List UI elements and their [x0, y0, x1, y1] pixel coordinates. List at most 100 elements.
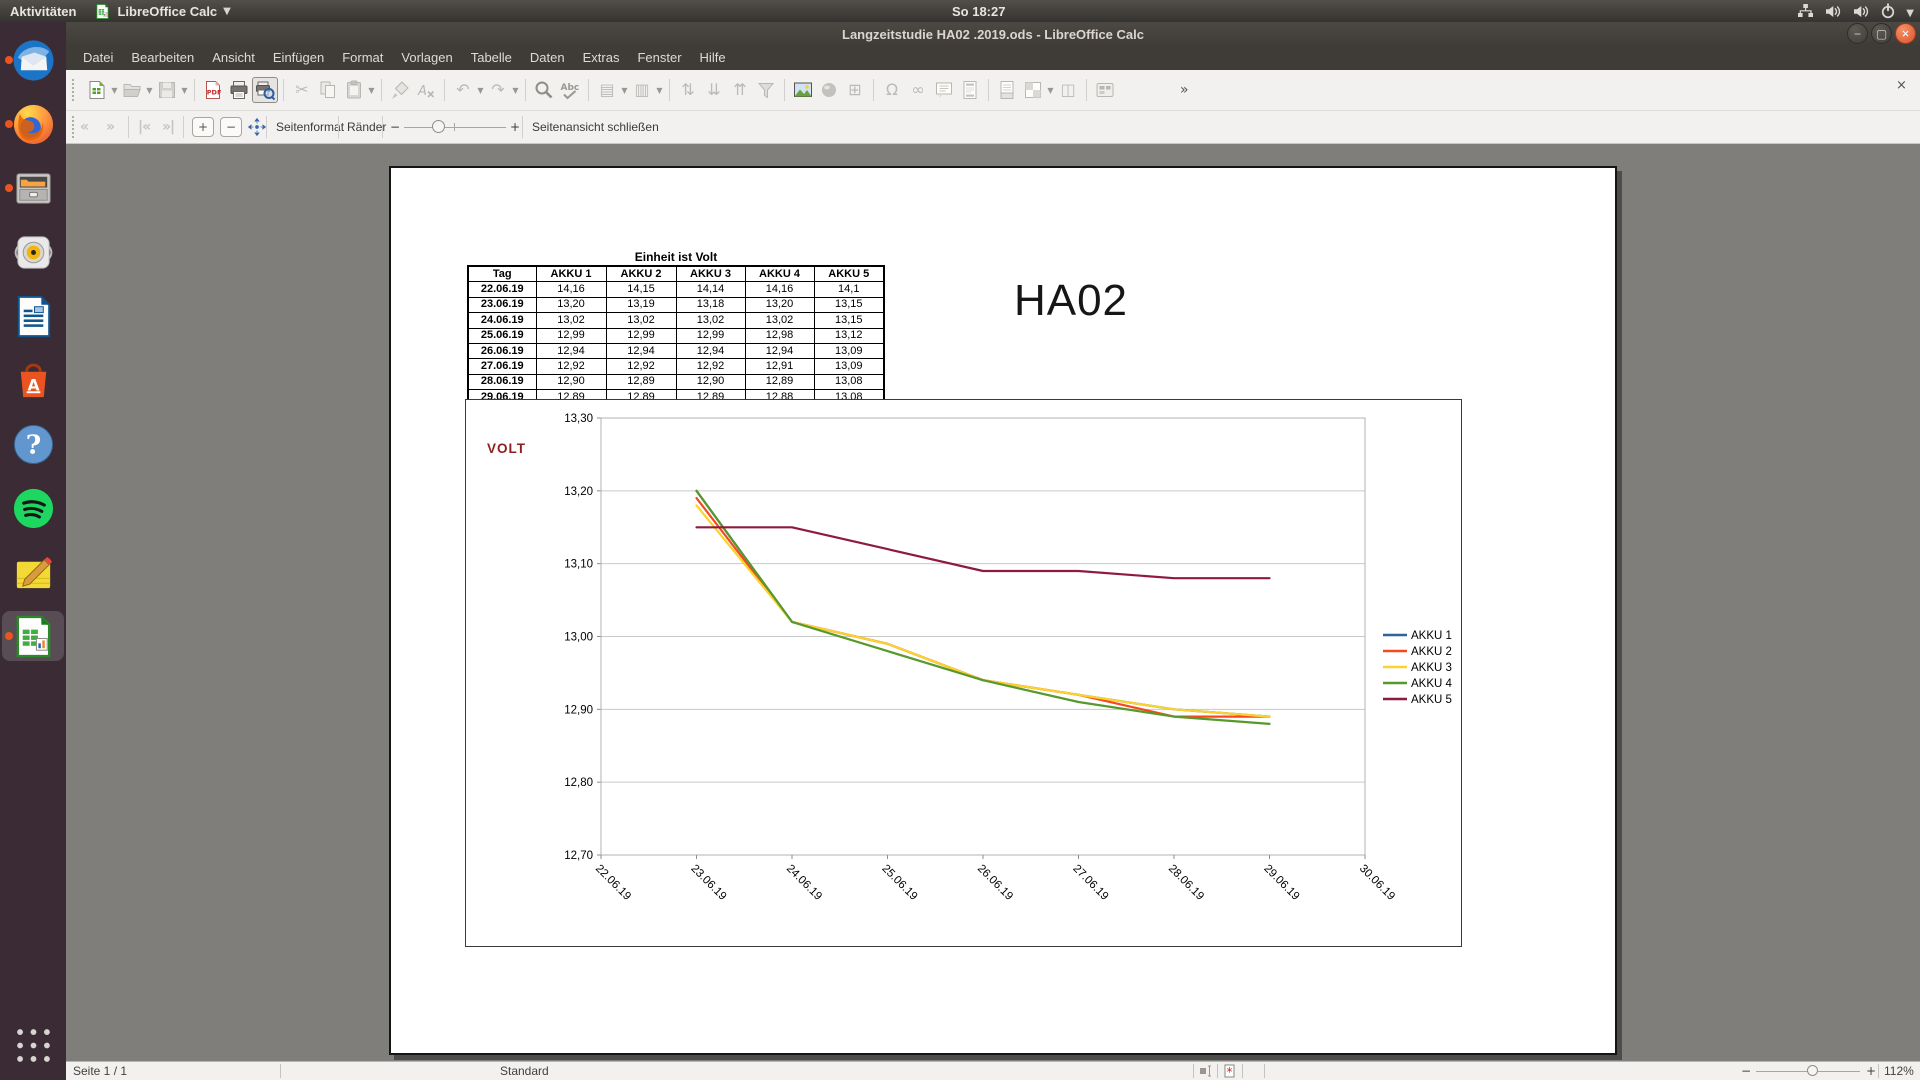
scale-minus[interactable]: −: [390, 111, 400, 143]
find-and-replace-icon[interactable]: [531, 77, 557, 103]
insert-comment-icon[interactable]: [931, 77, 957, 103]
sort-ascending-icon[interactable]: ⇈: [727, 77, 753, 103]
zoom-slider-thumb[interactable]: [1807, 1065, 1818, 1076]
save-icon[interactable]: [154, 77, 180, 103]
scale-plus[interactable]: +: [510, 111, 520, 143]
print-preview-icon[interactable]: [252, 77, 278, 103]
scale-slider[interactable]: [404, 127, 506, 129]
insert-column-dropdown[interactable]: ▼: [655, 86, 664, 95]
dock-item-help[interactable]: ?: [2, 419, 64, 469]
paste-dropdown[interactable]: ▼: [367, 86, 376, 95]
maximize-button[interactable]: ▢: [1871, 23, 1892, 44]
menu-ansicht[interactable]: Ansicht: [203, 46, 264, 70]
dock-item-libreoffice-writer[interactable]: [2, 291, 64, 341]
menu-einfgen[interactable]: Einfügen: [264, 46, 333, 70]
menu-extras[interactable]: Extras: [574, 46, 629, 70]
activities-button[interactable]: Aktivitäten: [10, 4, 76, 19]
toolbar-grip[interactable]: [72, 116, 80, 138]
split-window-icon[interactable]: [1092, 77, 1118, 103]
svg-text:30.06.19: 30.06.19: [1357, 863, 1397, 903]
sort-icon[interactable]: ⇅: [675, 77, 701, 103]
new-document-dropdown[interactable]: ▼: [110, 86, 119, 95]
open-icon[interactable]: [119, 77, 145, 103]
preview-workspace[interactable]: Einheit ist Volt TagAKKU 1AKKU 2AKKU 3AK…: [66, 144, 1920, 1061]
app-menu[interactable]: > LibreOffice Calc ▼: [94, 3, 230, 20]
new-document-icon[interactable]: [84, 77, 110, 103]
scale-slider-thumb[interactable]: [432, 120, 445, 133]
export-pdf-icon[interactable]: PDF: [200, 77, 226, 103]
margins-button[interactable]: Ränder: [347, 111, 386, 143]
minimize-button[interactable]: −: [1847, 23, 1868, 44]
menu-fenster[interactable]: Fenster: [628, 46, 690, 70]
power-icon[interactable]: [1880, 3, 1896, 19]
pivot-table-icon[interactable]: ⊞: [842, 77, 868, 103]
zoom-out-control[interactable]: −: [1741, 1062, 1751, 1080]
cut-icon[interactable]: ✂: [289, 77, 315, 103]
spelling-icon[interactable]: Abc: [557, 77, 583, 103]
menu-vorlagen[interactable]: Vorlagen: [392, 46, 461, 70]
system-tray[interactable]: ▼: [1797, 0, 1914, 22]
page-style-icon[interactable]: [994, 77, 1020, 103]
undo-icon[interactable]: ↶: [450, 77, 476, 103]
print-icon[interactable]: [226, 77, 252, 103]
open-dropdown[interactable]: ▼: [145, 86, 154, 95]
clear-formatting-icon[interactable]: A: [413, 77, 439, 103]
dock-item-files[interactable]: [2, 163, 64, 213]
page-style-indicator[interactable]: Standard: [500, 1062, 549, 1080]
dock-item-libreoffice-calc[interactable]: [2, 611, 64, 661]
insert-column-icon[interactable]: ▥: [629, 77, 655, 103]
hyperlink-icon[interactable]: ∞: [905, 77, 931, 103]
selection-mode-icon[interactable]: [1199, 1062, 1213, 1080]
page-format-button[interactable]: Seitenformat: [276, 111, 344, 143]
undo-dropdown[interactable]: ▼: [476, 86, 485, 95]
volume-icon[interactable]: [1852, 4, 1870, 19]
insert-row-icon[interactable]: ▤: [594, 77, 620, 103]
dock-item-spotify[interactable]: [2, 483, 64, 533]
menu-hilfe[interactable]: Hilfe: [691, 46, 735, 70]
menu-bearbeiten[interactable]: Bearbeiten: [122, 46, 203, 70]
headers-footers-icon[interactable]: [957, 77, 983, 103]
dock-item-notes[interactable]: [2, 547, 64, 597]
volume-icon[interactable]: [1824, 4, 1842, 19]
zoom-in-control[interactable]: +: [1866, 1062, 1876, 1080]
menu-tabelle[interactable]: Tabelle: [462, 46, 521, 70]
sort-descending-icon[interactable]: ⇊: [701, 77, 727, 103]
freeze-panes-icon[interactable]: ◫: [1055, 77, 1081, 103]
network-icon[interactable]: [1797, 3, 1814, 19]
zoom-out-button[interactable]: −: [220, 117, 242, 137]
insert-object-icon[interactable]: [816, 77, 842, 103]
show-applications-button[interactable]: [2, 1020, 64, 1070]
copy-icon[interactable]: [315, 77, 341, 103]
save-dropdown[interactable]: ▼: [180, 86, 189, 95]
insert-row-dropdown[interactable]: ▼: [620, 86, 629, 95]
conditional-formatting-icon[interactable]: [1020, 77, 1046, 103]
table-row: 25.06.1912,9912,9912,9912,9813,12: [468, 328, 884, 343]
clock[interactable]: So 18:27: [952, 0, 1005, 22]
toolbar-grip[interactable]: [72, 79, 80, 101]
chevron-down-icon[interactable]: ▼: [1906, 4, 1914, 19]
conditional-formatting-dropdown[interactable]: ▼: [1046, 86, 1055, 95]
zoom-level[interactable]: 112%: [1884, 1062, 1914, 1080]
dock-item-firefox[interactable]: [2, 99, 64, 149]
redo-dropdown[interactable]: ▼: [511, 86, 520, 95]
full-screen-icon[interactable]: [247, 111, 267, 143]
dock-item-thunderbird[interactable]: [2, 35, 64, 85]
menu-daten[interactable]: Daten: [521, 46, 574, 70]
redo-icon[interactable]: ↷: [485, 77, 511, 103]
clone-formatting-icon[interactable]: [387, 77, 413, 103]
zoom-in-button[interactable]: +: [192, 117, 214, 137]
autofilter-icon[interactable]: [753, 77, 779, 103]
menu-format[interactable]: Format: [333, 46, 392, 70]
close-button[interactable]: ×: [1895, 23, 1916, 44]
special-character-icon[interactable]: Ω: [879, 77, 905, 103]
close-document-button[interactable]: ×: [1883, 72, 1920, 108]
insert-image-icon[interactable]: [790, 77, 816, 103]
menu-datei[interactable]: Datei: [74, 46, 122, 70]
dock-item-ubuntu-software[interactable]: A: [2, 355, 64, 405]
document-modified-icon[interactable]: *: [1223, 1062, 1237, 1080]
dock-item-rhythmbox[interactable]: [2, 227, 64, 277]
paste-icon[interactable]: [341, 77, 367, 103]
titlebar[interactable]: Langzeitstudie HA02 .2019.ods - LibreOff…: [66, 22, 1920, 46]
toolbar-overflow-button[interactable]: »: [1180, 82, 1189, 98]
close-preview-button[interactable]: Seitenansicht schließen: [532, 111, 659, 143]
